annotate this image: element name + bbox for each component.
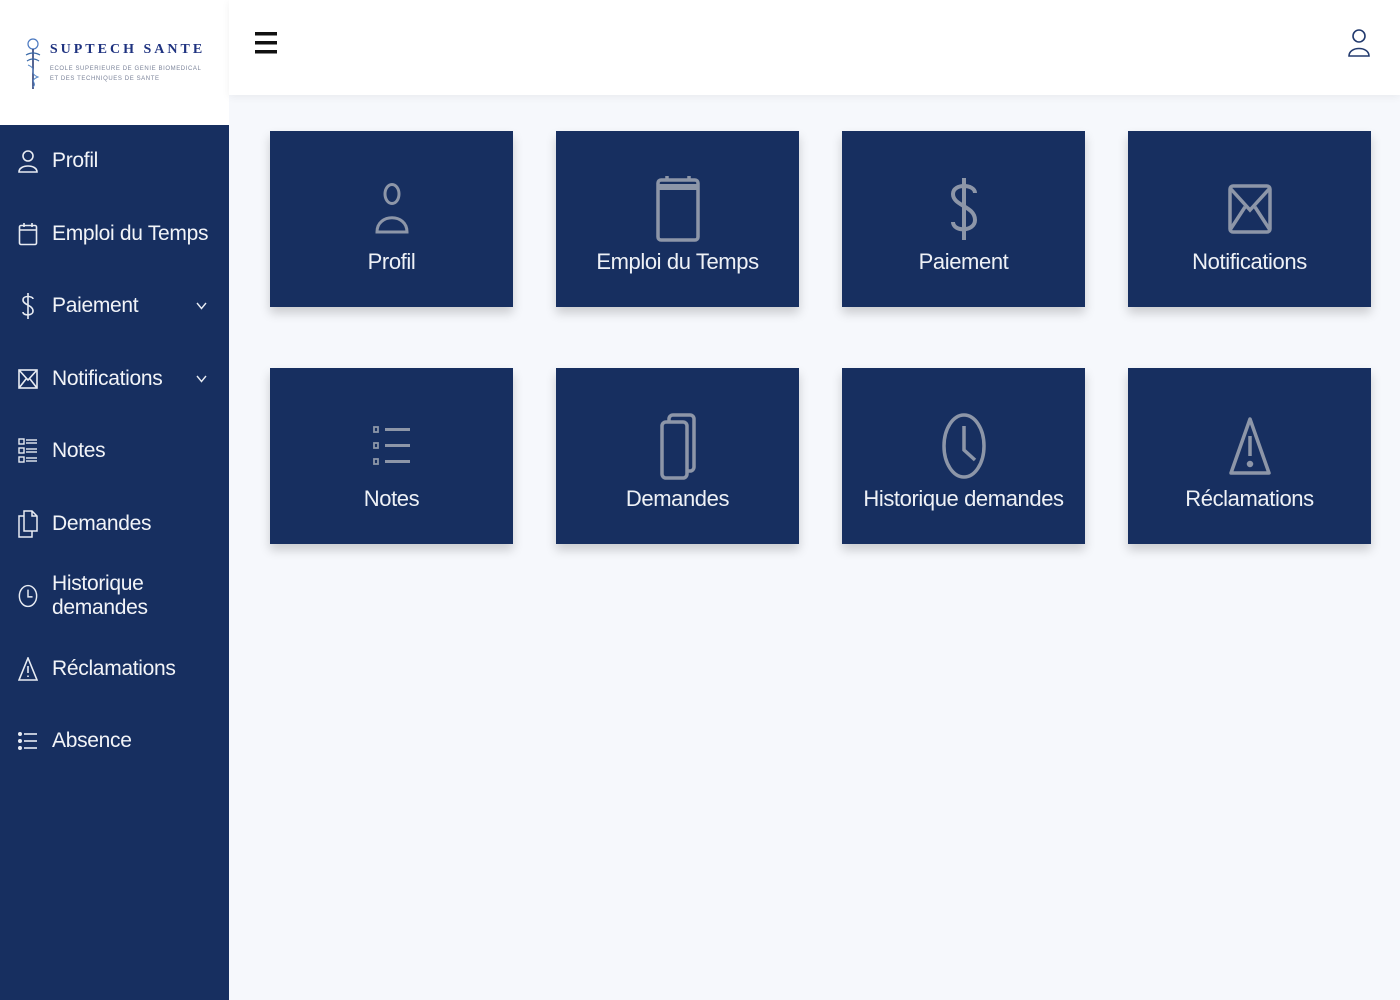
card-emploi-du-temps[interactable]: Emploi du Temps — [556, 131, 799, 307]
sidebar-item-label: Absence — [52, 729, 132, 753]
sidebar-item-reclamations[interactable]: Réclamations — [0, 633, 229, 706]
logo: SUPTECH SANTE ECOLE SUPERIEURE DE GENIE … — [24, 35, 205, 91]
card-label: Profil — [367, 249, 416, 274]
documents-icon — [18, 510, 38, 538]
user-icon[interactable] — [1348, 28, 1370, 58]
dollar-icon — [929, 173, 999, 245]
sidebar-item-historique-demandes[interactable]: Historique demandes — [0, 560, 229, 633]
clock-icon — [18, 585, 38, 608]
sidebar-item-label: Paiement — [52, 294, 139, 318]
sidebar-item-label: Notes — [52, 439, 106, 463]
logo-area[interactable]: SUPTECH SANTE ECOLE SUPERIEURE DE GENIE … — [0, 0, 229, 125]
warning-icon — [18, 656, 38, 681]
envelope-icon — [18, 368, 38, 390]
logo-name: SUPTECH SANTE — [49, 41, 206, 57]
topbar — [229, 0, 1400, 95]
chevron-down-icon[interactable] — [196, 302, 207, 310]
card-profil[interactable]: Profil — [270, 131, 513, 307]
sidebar-item-label: Réclamations — [52, 656, 176, 680]
sidebar-item-label: Emploi du Temps — [52, 221, 209, 245]
card-label: Notifications — [1192, 249, 1307, 274]
sidebar-item-absence[interactable]: Absence — [0, 705, 229, 778]
sidebar-item-demandes[interactable]: Demandes — [0, 488, 229, 561]
logo-subtitle-2: ET DES TECHNIQUES DE SANTE — [49, 75, 160, 82]
sidebar-item-notes[interactable]: Notes — [0, 415, 229, 488]
sidebar-item-label: Notifications — [52, 366, 163, 390]
list-details-icon — [18, 438, 38, 463]
sidebar: SUPTECH SANTE ECOLE SUPERIEURE DE GENIE … — [0, 0, 229, 1000]
calendar-icon — [643, 173, 713, 245]
card-label: Historique demandes — [863, 486, 1064, 511]
dollar-icon — [18, 293, 38, 320]
sidebar-item-paiement[interactable]: Paiement — [0, 270, 229, 343]
card-label: Notes — [363, 486, 420, 511]
calendar-icon — [18, 222, 38, 246]
card-reclamations[interactable]: Réclamations — [1128, 368, 1371, 544]
sidebar-item-label: Historique demandes — [52, 572, 148, 620]
envelope-icon — [1215, 173, 1285, 245]
user-icon — [18, 150, 38, 174]
card-historique-demandes[interactable]: Historique demandes — [842, 368, 1085, 544]
user-icon — [357, 173, 427, 245]
list-icon — [18, 730, 38, 752]
card-paiement[interactable]: Paiement — [842, 131, 1085, 307]
dashboard-grid: Profil Emploi du Temps Paiement Notifica… — [270, 131, 1372, 544]
card-demandes[interactable]: Demandes — [556, 368, 799, 544]
chevron-down-icon[interactable] — [196, 375, 207, 383]
caduceus-logo-icon — [25, 37, 41, 89]
list-icon — [357, 410, 427, 482]
sidebar-item-emploi-du-temps[interactable]: Emploi du Temps — [0, 198, 229, 271]
sidebar-item-notifications[interactable]: Notifications — [0, 343, 229, 416]
card-notes[interactable]: Notes — [270, 368, 513, 544]
card-label: Réclamations — [1185, 486, 1314, 511]
clock-icon — [929, 410, 999, 482]
hamburger-icon[interactable] — [255, 30, 277, 56]
card-notifications[interactable]: Notifications — [1128, 131, 1371, 307]
documents-icon — [643, 410, 713, 482]
sidebar-item-label: Demandes — [52, 511, 152, 535]
card-label: Paiement — [918, 249, 1009, 274]
card-label: Emploi du Temps — [596, 249, 759, 274]
logo-subtitle-1: ECOLE SUPERIEURE DE GENIE BIOMEDICAL — [49, 65, 202, 72]
sidebar-item-label: Profil — [52, 149, 99, 173]
sidebar-item-profil[interactable]: Profil — [0, 125, 229, 198]
sidebar-nav: Profil Emploi du Temps Paiement Notifica… — [0, 125, 229, 778]
card-label: Demandes — [625, 486, 730, 511]
warning-icon — [1215, 410, 1285, 482]
